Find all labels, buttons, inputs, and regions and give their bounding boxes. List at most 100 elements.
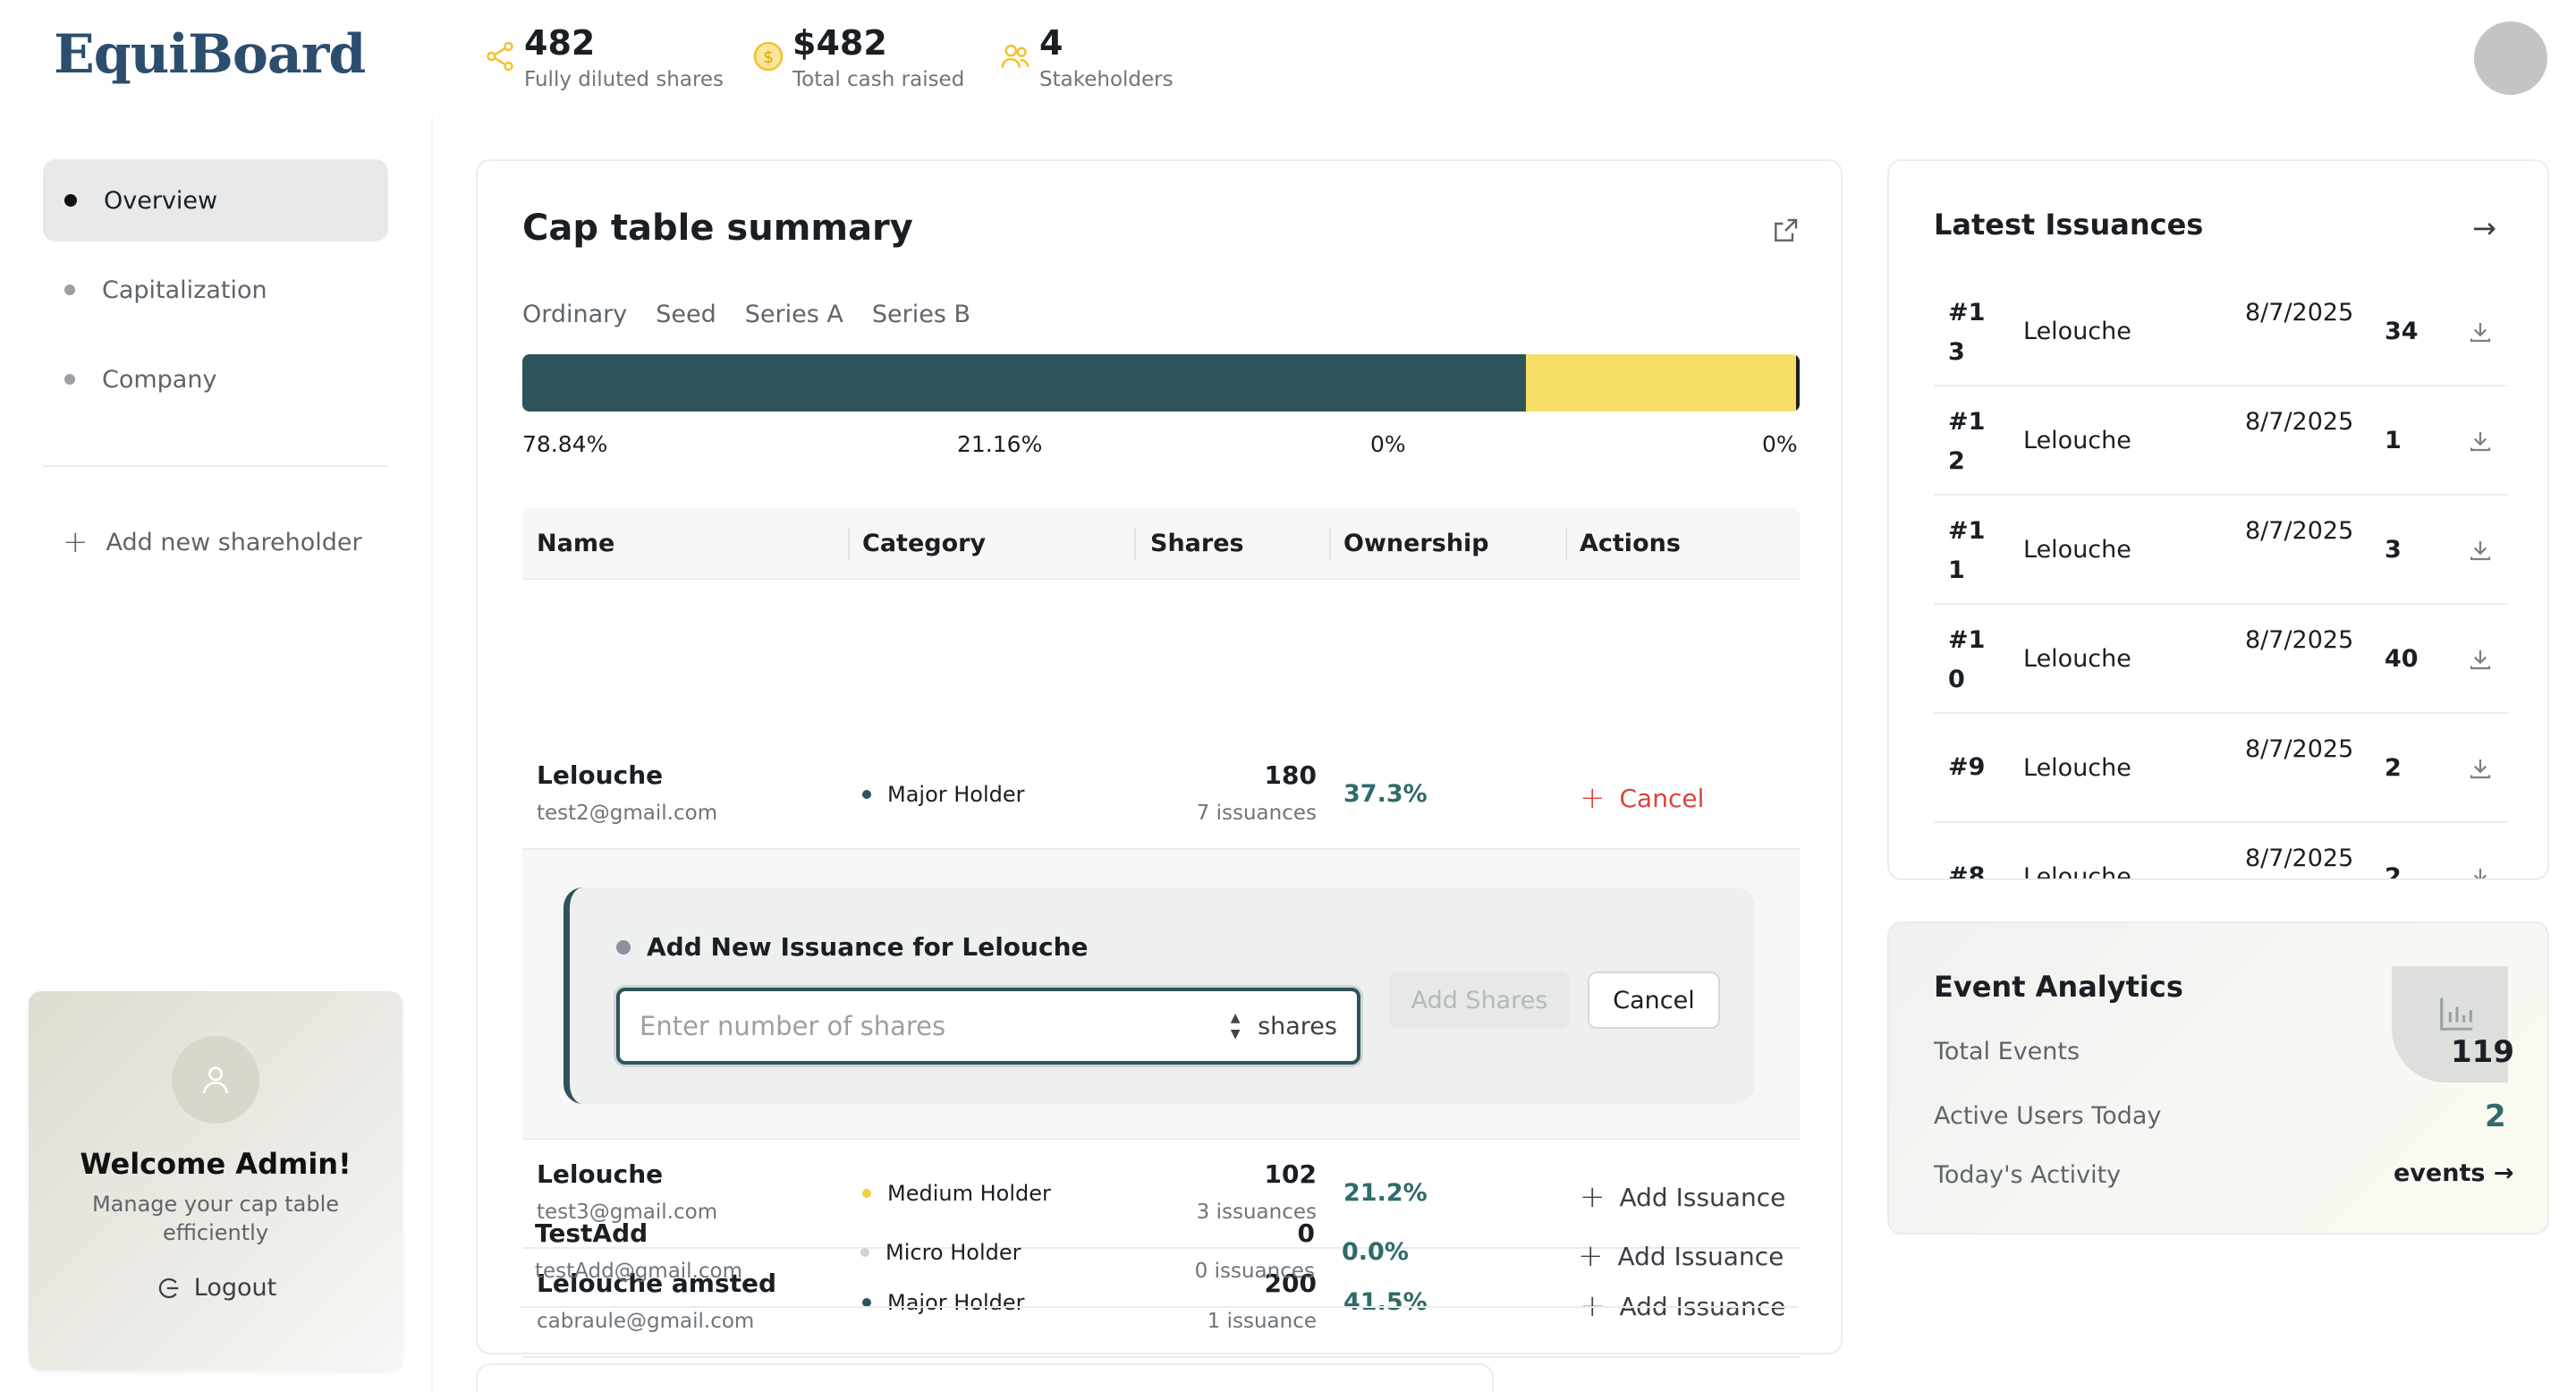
sidebar-item-capitalization[interactable]: Capitalization — [43, 249, 388, 331]
issuance-id: #10 — [1948, 626, 1986, 693]
issuance-date: 8/7/2025 — [2245, 517, 2354, 545]
cancel-button[interactable]: Cancel — [1588, 972, 1720, 1029]
issuance-date: 8/7/2025 — [2245, 408, 2354, 436]
users-icon — [1001, 44, 1030, 68]
add-shareholder-button[interactable]: + Add new shareholder — [63, 524, 362, 560]
sidebar-item-company[interactable]: Company — [43, 338, 388, 420]
pct-label-seed: 21.16% — [957, 431, 1043, 457]
issuance-form: Add New Issuance for Lelouche ▲▼ shares … — [564, 887, 1755, 1104]
stepper-up-icon[interactable]: ▲ — [1231, 1010, 1241, 1026]
shareholder-email: test2@gmail.com — [537, 802, 718, 825]
shareholder-name: Lelouche — [537, 760, 664, 790]
download-icon[interactable] — [2467, 428, 2494, 454]
sidebar-item-label: Company — [102, 365, 217, 394]
app-logo[interactable]: EquiBoard — [54, 23, 366, 86]
logout-button[interactable]: Logout — [29, 1274, 402, 1302]
shares-value: 180 — [1264, 760, 1317, 790]
pct-label-series-b: 0% — [1762, 431, 1798, 457]
issuance-date: 8/7/2025 — [2245, 845, 2354, 872]
arrow-right-icon: → — [2493, 1159, 2514, 1187]
download-icon[interactable] — [2467, 646, 2494, 673]
stat-cash-raised: $ $482 Total cash raised — [751, 20, 964, 93]
pct-label-ordinary: 78.84% — [522, 431, 608, 457]
sidebar-item-overview[interactable]: Overview — [43, 159, 388, 242]
ownership-bar — [522, 354, 1800, 412]
issuance-quantity: 40 — [2385, 645, 2419, 673]
sidebar-divider — [431, 116, 433, 1392]
tab-seed[interactable]: Seed — [656, 301, 716, 328]
arrow-right-icon[interactable]: → — [2472, 211, 2496, 245]
events-link-label: events — [2394, 1159, 2486, 1187]
add-issuance-button[interactable]: + Add Issuance — [1578, 1238, 1784, 1274]
issuance-holder: Lelouche — [2023, 863, 2131, 880]
col-name[interactable]: Name — [537, 508, 614, 580]
issuance-date: 8/7/2025 — [2245, 735, 2354, 763]
col-ownership[interactable]: Ownership — [1343, 508, 1489, 580]
table-header: Name Category Shares Ownership Actions — [522, 508, 1800, 580]
download-icon[interactable] — [2467, 864, 2494, 880]
number-stepper[interactable]: ▲ ▼ — [1225, 1010, 1245, 1042]
user-avatar[interactable] — [2474, 21, 2547, 95]
event-analytics-card: Event Analytics 119 Total Events Active … — [1887, 921, 2549, 1235]
sidebar-item-label: Capitalization — [102, 276, 267, 304]
stat-label: Stakeholders — [1039, 68, 1174, 91]
issuance-form-title: Add New Issuance for Lelouche — [616, 932, 1089, 962]
col-divider — [1565, 528, 1567, 560]
category-dot-icon — [862, 790, 871, 799]
bar-end-marker — [1795, 354, 1800, 412]
list-item[interactable]: #11 Lelouche 8/7/2025 3 — [1934, 496, 2508, 605]
download-icon[interactable] — [2467, 318, 2494, 345]
cancel-issuance-button[interactable]: + Cancel — [1580, 780, 1704, 816]
shares-input-wrapper: ▲▼ shares — [616, 988, 1360, 1065]
stat-stakeholders: 4 Stakeholders — [998, 20, 1174, 93]
list-item[interactable]: #10 Lelouche 8/7/2025 40 — [1934, 605, 2508, 714]
issuance-id: #9 — [1948, 753, 1986, 781]
card-title: Event Analytics — [1934, 970, 2183, 1004]
active-users-label: Active Users Today — [1934, 1102, 2162, 1130]
user-icon — [203, 1066, 228, 1094]
issuance-quantity: 3 — [2385, 536, 2402, 564]
external-link-icon[interactable] — [1771, 216, 1800, 245]
events-link[interactable]: events → — [2394, 1159, 2513, 1187]
svg-text:$: $ — [763, 47, 774, 67]
issuance-date: 8/7/2025 — [2245, 626, 2354, 654]
tab-ordinary[interactable]: Ordinary — [522, 301, 627, 328]
bar-segment-seed — [1526, 354, 1796, 412]
stat-value: 482 — [524, 23, 596, 63]
col-divider — [1134, 528, 1136, 560]
stat-label: Fully diluted shares — [524, 68, 724, 91]
issuance-id: #11 — [1948, 517, 1986, 584]
issuance-holder: Lelouche — [2023, 536, 2131, 564]
download-icon[interactable] — [2467, 755, 2494, 782]
pct-label-series-a: 0% — [1370, 431, 1406, 457]
tab-series-b[interactable]: Series B — [872, 301, 970, 328]
col-divider — [1329, 528, 1331, 560]
col-shares[interactable]: Shares — [1150, 508, 1244, 580]
table-row[interactable]: TestAdd testAdd@gmail.com Micro Holder 0… — [521, 1199, 1798, 1308]
ownership-value: 37.3% — [1343, 780, 1428, 808]
issuance-holder: Lelouche — [2023, 318, 2131, 345]
shares-input[interactable] — [640, 1011, 1226, 1041]
card-title: Cap table summary — [522, 208, 913, 249]
welcome-subtitle: Manage your cap table efficiently — [91, 1192, 340, 1245]
list-item[interactable]: #12 Lelouche 8/7/2025 1 — [1934, 386, 2508, 496]
issuance-count: 0 issuances — [1194, 1260, 1315, 1283]
share-class-tabs: Ordinary Seed Series A Series B — [522, 301, 999, 328]
table-row[interactable]: Lelouche test2@gmail.com Major Holder 18… — [522, 741, 1800, 850]
sidebar-item-label: Overview — [104, 186, 218, 215]
card-title: Latest Issuances — [1934, 208, 2204, 242]
issuance-holder: Lelouche — [2023, 645, 2131, 673]
cap-table-card: Cap table summary Ordinary Seed Series A… — [476, 159, 1843, 1358]
latest-issuances-card: Latest Issuances → #13 Lelouche 8/7/2025… — [1887, 159, 2549, 880]
issuance-form-title-text: Add New Issuance for Lelouche — [647, 932, 1089, 962]
download-icon[interactable] — [2467, 537, 2494, 564]
list-item[interactable]: #8 Lelouche 8/7/2025 2 — [1934, 823, 2508, 880]
list-item[interactable]: #9 Lelouche 8/7/2025 2 — [1934, 714, 2508, 823]
tab-series-a[interactable]: Series A — [745, 301, 843, 328]
col-category[interactable]: Category — [862, 508, 986, 580]
stepper-down-icon[interactable]: ▼ — [1231, 1026, 1241, 1042]
list-item[interactable]: #13 Lelouche 8/7/2025 34 — [1934, 277, 2508, 386]
stat-label: Total cash raised — [792, 68, 965, 91]
plus-icon: + — [1578, 1238, 1604, 1274]
add-shares-button[interactable]: Add Shares — [1389, 972, 1570, 1029]
